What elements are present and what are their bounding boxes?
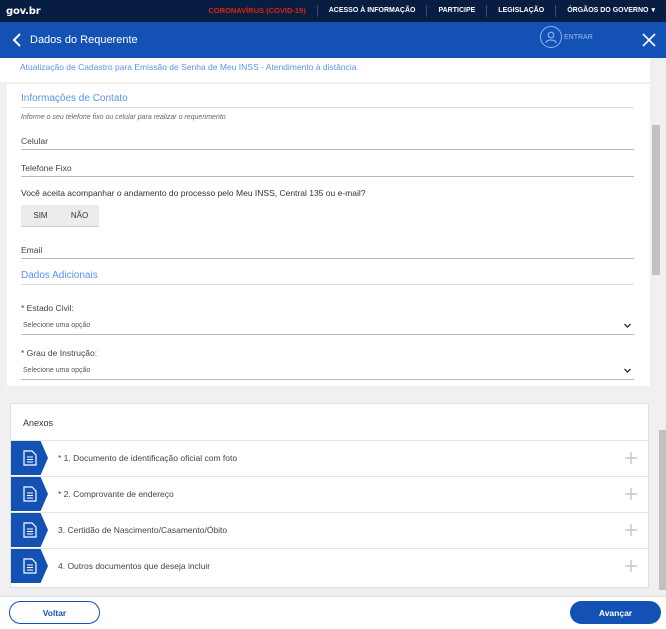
- plus-icon[interactable]: [624, 487, 638, 501]
- nao-option[interactable]: NÃO: [60, 205, 99, 226]
- acompanhamento-toggle: SIM NÃO: [21, 205, 99, 227]
- plus-icon[interactable]: [624, 559, 638, 573]
- footer-actions: Voltar Avançar: [0, 596, 666, 629]
- sim-option[interactable]: SIM: [21, 205, 60, 226]
- estado-civil-label: * Estado Civil:: [21, 303, 74, 313]
- email-label: Email: [21, 245, 43, 255]
- section-title-adicionais: Dados Adicionais: [21, 270, 98, 281]
- gov-link-participe[interactable]: PARTICIPE: [426, 5, 486, 17]
- anexo-item[interactable]: * 2. Comprovante de endereço: [11, 476, 648, 511]
- gov-link-acesso-informacao[interactable]: ACESSO À INFORMAÇÃO: [316, 5, 427, 17]
- plus-icon[interactable]: [624, 523, 638, 537]
- telefone-fixo-label: Telefone Fixo: [21, 163, 72, 173]
- anexo-item[interactable]: * 1. Documento de identificação oficial …: [11, 440, 648, 475]
- avancar-button[interactable]: Avançar: [570, 601, 661, 624]
- estado-civil-select[interactable]: Selecione uma opção: [23, 322, 90, 329]
- contato-hint: Informe o seu telefone fixo ou celular p…: [21, 114, 226, 121]
- anexo-label: 3. Certidão de Nascimento/Casamento/Óbit…: [58, 525, 228, 535]
- chevron-down-icon[interactable]: [623, 321, 632, 330]
- anexo-item[interactable]: 3. Certidão de Nascimento/Casamento/Óbit…: [11, 512, 648, 547]
- anexo-label: 4. Outros documentos que deseja incluir: [58, 561, 211, 571]
- page-scrollbar-thumb[interactable]: [659, 430, 666, 590]
- anexo-label: * 1. Documento de identificação oficial …: [58, 453, 238, 463]
- anexos-title: Anexos: [23, 418, 54, 428]
- user-icon: [540, 26, 562, 48]
- document-icon: [11, 441, 48, 475]
- entrar-label: ENTRAR: [564, 33, 593, 41]
- gov-link-orgaos-label: ÓRGÃOS DO GOVERNO: [567, 7, 649, 14]
- login-button[interactable]: ENTRAR: [540, 26, 593, 48]
- document-icon: [11, 513, 48, 547]
- page-header: Dados do Requerente ENTRAR: [0, 22, 666, 58]
- anexo-item[interactable]: 4. Outros documentos que deseja incluir: [11, 548, 648, 583]
- service-subtitle: Atualização de Cadastro para Emissão de …: [20, 62, 357, 72]
- section-divider: [21, 107, 634, 108]
- caret-down-icon: ▾: [651, 7, 655, 14]
- celular-input[interactable]: [21, 149, 634, 150]
- requerente-form: Informações de Contato Informe o seu tel…: [7, 84, 650, 386]
- grau-instrucao-label: * Grau de Instrução:: [21, 348, 98, 358]
- gov-logo[interactable]: gov.br: [6, 6, 41, 17]
- page-title: Dados do Requerente: [30, 34, 138, 46]
- document-icon: [11, 477, 48, 511]
- anexo-label: * 2. Comprovante de endereço: [58, 489, 174, 499]
- form-scrollbar-thumb[interactable]: [652, 125, 660, 275]
- section-divider: [21, 284, 634, 285]
- gov-link-coronavirus[interactable]: CORONAVÍRUS (COVID-19): [197, 5, 316, 17]
- gov-links: CORONAVÍRUS (COVID-19) ACESSO À INFORMAÇ…: [197, 0, 666, 22]
- gov-link-legislacao[interactable]: LEGISLAÇÃO: [486, 5, 555, 17]
- telefone-fixo-input[interactable]: [21, 176, 634, 177]
- gov-link-orgaos[interactable]: ÓRGÃOS DO GOVERNO ▾: [555, 5, 666, 17]
- estado-civil-underline: [21, 334, 634, 335]
- anexos-card: Anexos * 1. Documento de identificação o…: [10, 403, 649, 588]
- gov-top-bar: gov.br CORONAVÍRUS (COVID-19) ACESSO À I…: [0, 0, 666, 22]
- document-icon: [11, 549, 48, 583]
- grau-instrucao-select[interactable]: Selecione uma opção: [23, 367, 90, 374]
- close-icon[interactable]: [640, 31, 658, 49]
- grau-instrucao-underline: [21, 379, 634, 380]
- celular-label: Celular: [21, 136, 48, 146]
- section-title-contato: Informações de Contato: [21, 93, 128, 104]
- email-input[interactable]: [21, 258, 634, 259]
- plus-icon[interactable]: [624, 451, 638, 465]
- acompanhamento-question: Você aceita acompanhar o andamento do pr…: [21, 188, 366, 198]
- back-arrow-icon[interactable]: [6, 33, 28, 47]
- subtitle-bar: Atualização de Cadastro para Emissão de …: [0, 58, 650, 82]
- chevron-down-icon[interactable]: [623, 366, 632, 375]
- voltar-button[interactable]: Voltar: [9, 601, 100, 624]
